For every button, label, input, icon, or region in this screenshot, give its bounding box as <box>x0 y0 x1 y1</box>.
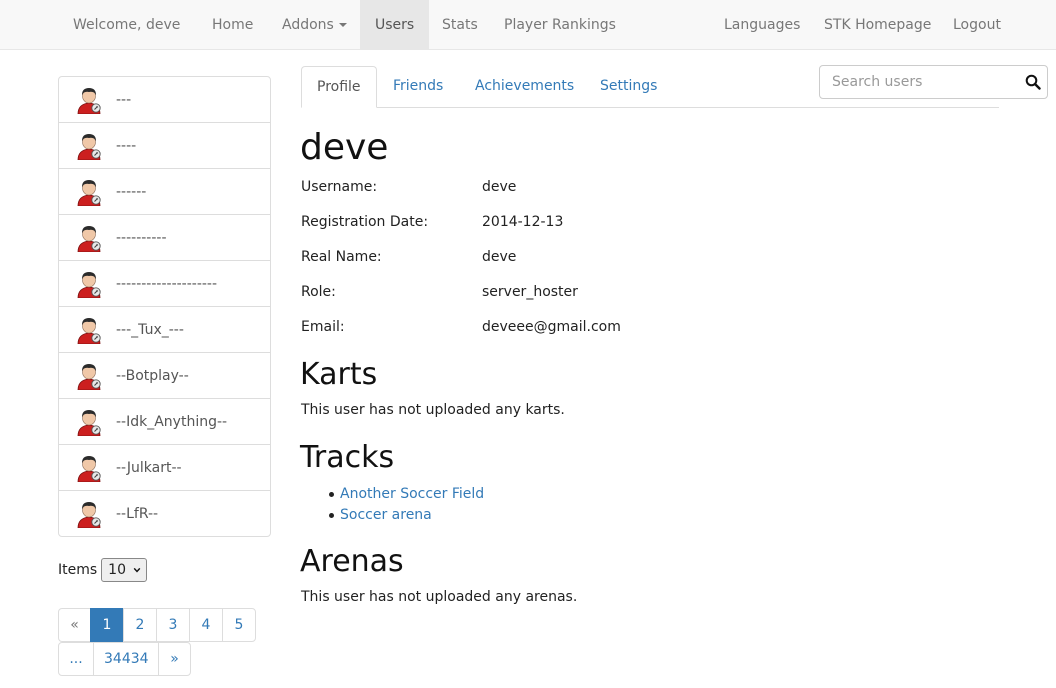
arenas-heading: Arenas <box>300 544 404 579</box>
user-avatar-icon <box>77 317 101 344</box>
list-item: Soccer arena <box>328 505 484 526</box>
user-list-item[interactable]: --LfR-- <box>59 490 270 536</box>
pagination-row-2: ... 34434 » <box>58 642 191 676</box>
track-link[interactable]: Another Soccer Field <box>340 486 484 502</box>
user-name: ---_Tux_--- <box>116 321 184 338</box>
page-last-number[interactable]: 34434 <box>93 642 159 676</box>
user-avatar-icon <box>77 455 101 482</box>
user-name: --Botplay-- <box>116 367 189 384</box>
tab-profile[interactable]: Profile <box>301 66 377 108</box>
nav-home[interactable]: Home <box>197 0 268 50</box>
field-value-username: deve <box>482 179 517 195</box>
items-per-page: Items 10 <box>58 557 148 583</box>
user-avatar-icon <box>77 225 101 252</box>
field-label-username: Username: <box>301 179 378 195</box>
page-prev[interactable]: « <box>58 608 91 642</box>
user-list-item[interactable]: ---------- <box>59 214 270 260</box>
nav-stk-homepage[interactable]: STK Homepage <box>809 0 946 50</box>
field-value-email: deveee@gmail.com <box>482 319 621 335</box>
page-4[interactable]: 4 <box>189 608 223 642</box>
welcome-text: Welcome, deve <box>73 17 181 33</box>
field-label-email: Email: <box>301 319 345 335</box>
user-list-item[interactable]: ---- <box>59 122 270 168</box>
user-avatar-icon <box>77 363 101 390</box>
nav-addons-label: Addons <box>282 17 334 33</box>
page-2[interactable]: 2 <box>123 608 157 642</box>
user-list-item[interactable]: ------ <box>59 168 270 214</box>
items-select-value: 10 <box>108 562 126 578</box>
user-list-item[interactable]: ---_Tux_--- <box>59 306 270 352</box>
items-per-page-select[interactable]: 10 <box>101 558 148 582</box>
user-list: --- ---- ------ ---------- -------------… <box>58 76 271 537</box>
karts-heading: Karts <box>300 357 378 392</box>
field-label-registration-date: Registration Date: <box>301 214 429 230</box>
user-list-item[interactable]: --Idk_Anything-- <box>59 398 270 444</box>
user-name: ------ <box>116 183 147 200</box>
field-value-registration-date: 2014-12-13 <box>482 214 564 230</box>
user-name: --Idk_Anything-- <box>116 413 228 430</box>
user-name: --- <box>116 91 132 108</box>
tracks-list: Another Soccer Field Soccer arena <box>328 484 484 526</box>
karts-empty-text: This user has not uploaded any karts. <box>301 402 565 418</box>
chevron-down-icon <box>133 567 141 573</box>
user-avatar-icon <box>77 179 101 206</box>
page-5[interactable]: 5 <box>222 608 256 642</box>
user-list-item[interactable]: --Julkart-- <box>59 444 270 490</box>
page-3[interactable]: 3 <box>156 608 190 642</box>
nav-users[interactable]: Users <box>360 0 430 50</box>
nav-logout[interactable]: Logout <box>938 0 1016 50</box>
pagination-row-1: « 1 2 3 4 5 <box>58 608 256 642</box>
user-name: --LfR-- <box>116 505 159 522</box>
user-avatar-icon <box>77 501 101 528</box>
nav-stats[interactable]: Stats <box>427 0 493 50</box>
tab-achievements[interactable]: Achievements <box>460 66 589 108</box>
search-button[interactable] <box>1018 66 1047 98</box>
nav-player-rankings[interactable]: Player Rankings <box>489 0 631 50</box>
user-name: -------------------- <box>116 275 218 292</box>
items-label: Items <box>58 562 98 578</box>
page-ellipsis[interactable]: ... <box>58 642 94 676</box>
user-list-item[interactable]: --- <box>59 77 270 122</box>
top-navbar: Welcome, deve Home Addons Users Stats Pl… <box>0 0 1056 50</box>
field-label-role: Role: <box>301 284 336 300</box>
page-1[interactable]: 1 <box>90 608 124 642</box>
tracks-heading: Tracks <box>300 440 395 475</box>
tab-settings[interactable]: Settings <box>585 66 672 108</box>
track-link[interactable]: Soccer arena <box>340 507 432 523</box>
page-next[interactable]: » <box>158 642 191 676</box>
user-avatar-icon <box>77 271 101 298</box>
user-avatar-icon <box>77 133 101 160</box>
user-list-item[interactable]: -------------------- <box>59 260 270 306</box>
user-avatar-icon <box>77 409 101 436</box>
field-label-real-name: Real Name: <box>301 249 382 265</box>
caret-down-icon <box>338 23 347 27</box>
field-value-role: server_hoster <box>482 284 578 300</box>
user-list-item[interactable]: --Botplay-- <box>59 352 270 398</box>
search-icon <box>1025 74 1041 90</box>
field-value-real-name: deve <box>482 249 517 265</box>
profile-title: deve <box>300 127 389 168</box>
search-input[interactable] <box>820 67 1018 97</box>
tab-friends[interactable]: Friends <box>378 66 458 108</box>
user-name: --Julkart-- <box>116 459 182 476</box>
arenas-empty-text: This user has not uploaded any arenas. <box>301 589 578 605</box>
nav-addons[interactable]: Addons <box>267 0 362 50</box>
nav-languages[interactable]: Languages <box>709 0 815 50</box>
user-name: ---------- <box>116 229 167 246</box>
search-box <box>819 65 1048 99</box>
user-avatar-icon <box>77 87 101 114</box>
user-name: ---- <box>116 137 137 154</box>
list-item: Another Soccer Field <box>328 484 484 505</box>
